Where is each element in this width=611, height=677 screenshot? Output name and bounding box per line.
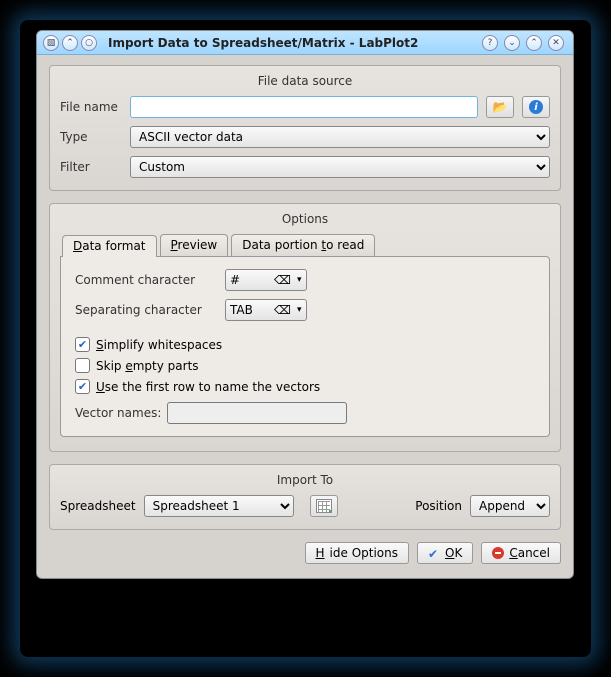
tab-preview[interactable]: PreviewPreview (160, 234, 229, 256)
info-icon: i (529, 100, 543, 114)
filter-select[interactable]: Custom (130, 156, 550, 178)
check-icon (428, 547, 440, 559)
comment-char-value: # (230, 273, 268, 287)
table-add-icon (316, 499, 332, 513)
spreadsheet-select[interactable]: Spreadsheet 1 (144, 495, 294, 517)
cancel-icon (492, 547, 504, 559)
group-title-importto: Import To (60, 473, 550, 487)
button-bar: Hide OptionsHide Options OKOK CancelCanc… (49, 542, 561, 564)
dialog-window: ▧ ⌃ ○ Import Data to Spreadsheet/Matrix … (36, 30, 574, 579)
label-filter: Filter (60, 160, 130, 174)
add-spreadsheet-button[interactable] (310, 495, 338, 517)
checkbox-skip-empty[interactable] (75, 358, 90, 373)
label-first-row: Use the first row to name the vectorsUse… (96, 380, 320, 394)
hide-options-button[interactable]: Hide OptionsHide Options (305, 542, 409, 564)
label-spreadsheet: Spreadsheet (60, 499, 136, 513)
label-vector-names: Vector names: (75, 406, 167, 420)
position-select[interactable]: Append (470, 495, 550, 517)
label-simplify: Simplify whitespacesSimplify whitespaces (96, 338, 222, 352)
rollup-icon[interactable]: ⌃ (62, 35, 78, 51)
ok-button[interactable]: OKOK (417, 542, 473, 564)
group-options: Options DData formatata format PreviewPr… (49, 203, 561, 452)
comment-char-select[interactable]: # ⌫ ▾ (225, 269, 307, 291)
close-icon[interactable]: ✕ (548, 35, 564, 51)
maximize-icon[interactable]: ⌃ (526, 35, 542, 51)
group-import-to: Import To Spreadsheet Spreadsheet 1 Posi… (49, 464, 561, 530)
tab-data-portion[interactable]: Data portion to readData portion to read (231, 234, 375, 256)
file-info-button[interactable]: i (522, 96, 550, 118)
window-title: Import Data to Spreadsheet/Matrix - LabP… (108, 36, 482, 50)
label-file-name: File name (60, 100, 130, 114)
file-path-input[interactable] (130, 96, 478, 118)
group-title-options: Options (60, 212, 550, 226)
label-sep-char: Separating character (75, 303, 225, 317)
browse-button[interactable]: 📂 (486, 96, 514, 118)
label-comment-char: Comment character (75, 273, 225, 287)
checkbox-simplify[interactable] (75, 337, 90, 352)
chevron-down-icon: ▾ (297, 275, 302, 285)
chevron-down-icon: ▾ (297, 305, 302, 315)
type-select[interactable]: ASCII vector data (130, 126, 550, 148)
minimize-icon[interactable]: ⌄ (504, 35, 520, 51)
sep-char-select[interactable]: TAB ⌫ ▾ (225, 299, 307, 321)
cancel-button[interactable]: CancelCancel (481, 542, 561, 564)
help-icon[interactable]: ? (482, 35, 498, 51)
checkbox-first-row[interactable] (75, 379, 90, 394)
folder-open-icon: 📂 (493, 100, 508, 114)
group-title-source: File data source (60, 74, 550, 88)
title-bar: ▧ ⌃ ○ Import Data to Spreadsheet/Matrix … (37, 31, 573, 55)
group-file-source: File data source File name 📂 i Type ASCI… (49, 65, 561, 191)
options-tabs: DData formatata format PreviewPreview Da… (62, 234, 550, 256)
label-skip-empty: Skip empty partsSkip empty parts (96, 359, 199, 373)
clear-icon: ⌫ (274, 273, 291, 287)
vector-names-input (167, 402, 347, 424)
ontop-icon[interactable]: ○ (81, 35, 97, 51)
sep-char-value: TAB (230, 303, 268, 317)
tab-body-data-format: Comment character # ⌫ ▾ Separating chara… (60, 256, 550, 437)
label-type: Type (60, 130, 130, 144)
clear-icon: ⌫ (274, 303, 291, 317)
menu-icon[interactable]: ▧ (43, 35, 59, 51)
tab-data-format[interactable]: DData formatata format (62, 235, 157, 257)
label-position: Position (415, 499, 462, 513)
